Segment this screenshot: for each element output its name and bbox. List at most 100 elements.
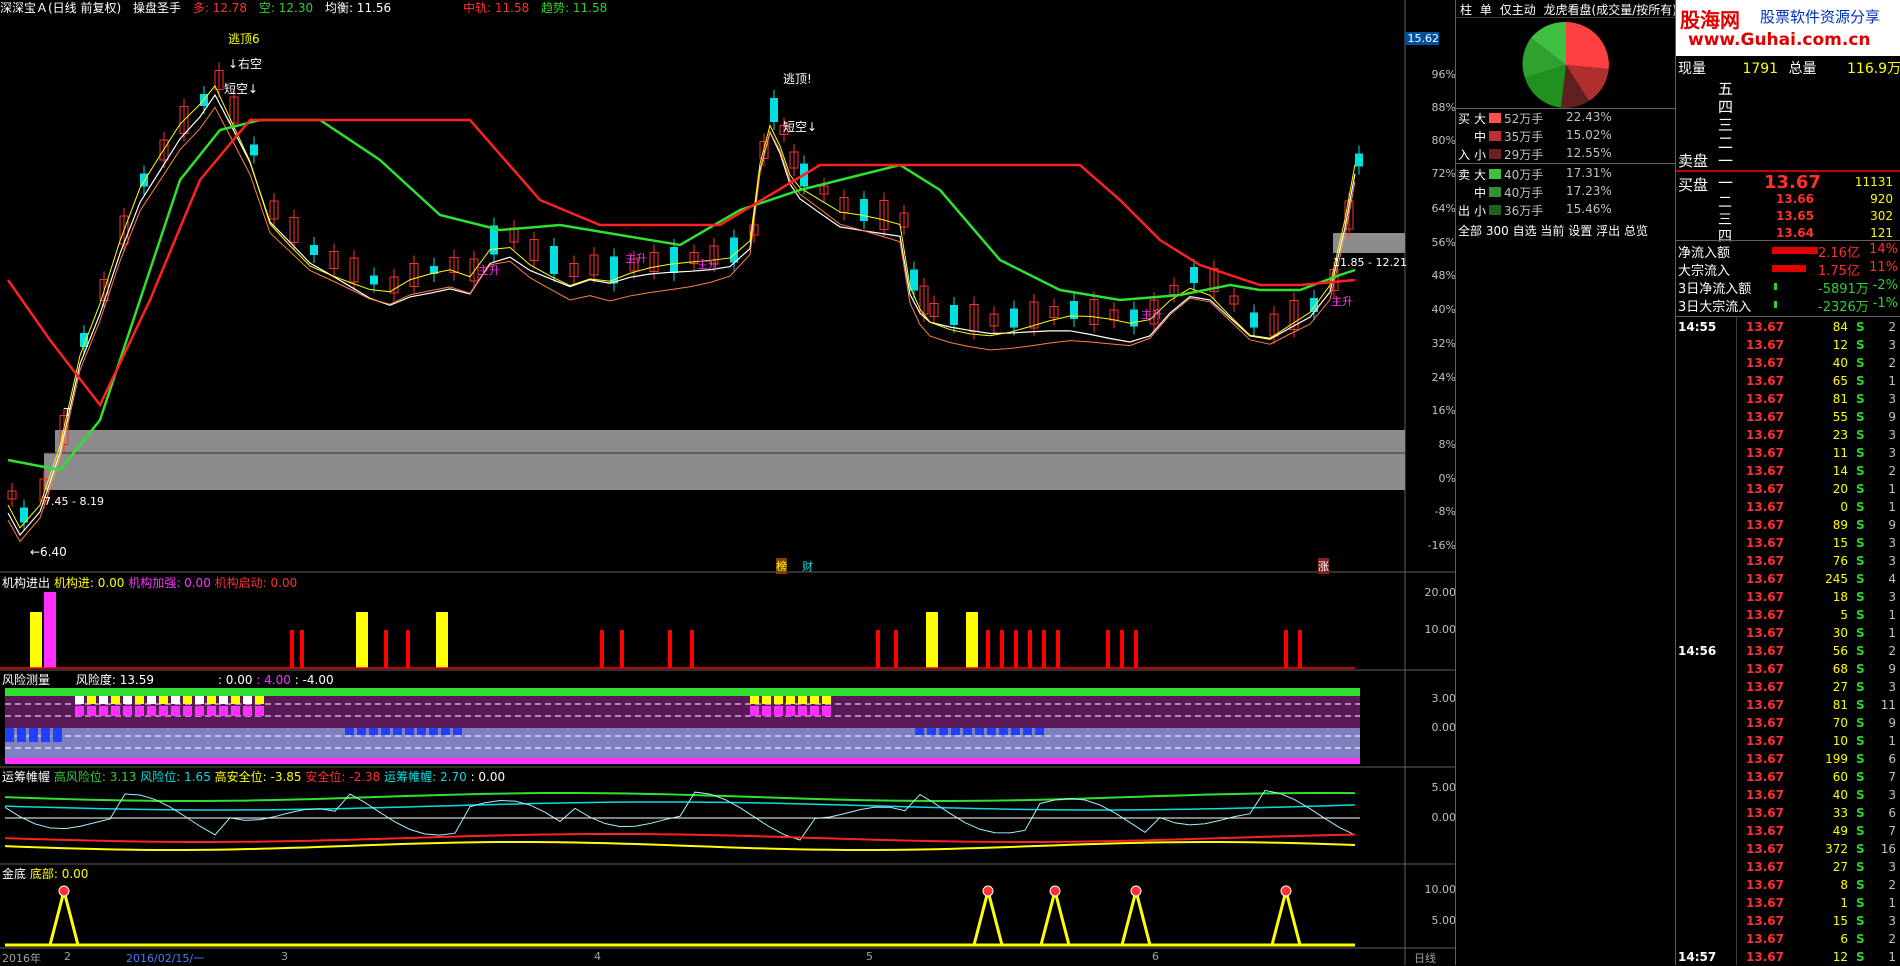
panel3-name[interactable]: 运筹帷幄 (2, 770, 50, 784)
flow-footer-fuchu[interactable]: 浮出 (1596, 224, 1620, 238)
volume-row: 现量 1791 总量 116.9万 (1678, 58, 1900, 78)
x-axis-cursor-date[interactable]: 2016/02/15/一 (126, 950, 204, 966)
panel4-spike (1039, 885, 1071, 946)
panel2-c: : 4.00 (256, 673, 291, 687)
panel2-cell (159, 706, 168, 716)
panel1-header: 机构进出 机构进: 0.00 机构加强: 0.00 机构启动: 0.00 (2, 574, 297, 591)
flow-swatch (1489, 205, 1501, 215)
panel2-cell (147, 706, 156, 716)
price-axis-tick: 40% (1431, 303, 1456, 316)
flow-tab-active[interactable]: 仅主动 (1500, 3, 1536, 17)
flow-tab-dragon[interactable]: 龙虎看盘(成交量/按所有) (1544, 3, 1677, 17)
tick-bs: S (1856, 500, 1865, 514)
support-band (55, 430, 1405, 490)
panel2-cell (1035, 728, 1044, 735)
flow-swatch (1489, 187, 1501, 197)
flow-footer-zonglan[interactable]: 总览 (1624, 224, 1648, 238)
panel2-cell (231, 706, 240, 716)
tick-bs: S (1856, 806, 1865, 820)
tick-volume: 49 (1832, 824, 1848, 838)
zhang-badge[interactable]: 涨 (1318, 558, 1329, 574)
tick-row: 13.67 11 S 3 (1676, 444, 1900, 462)
flow-stat-value: -2326万 (1818, 300, 1869, 315)
panel2-cell (393, 728, 402, 735)
panel1-b: 机构加强: 0.00 (128, 576, 211, 590)
flow-tab-zhu[interactable]: 柱 (1460, 3, 1472, 17)
tick-price: 13.67 (1746, 680, 1784, 694)
tick-volume: 8 (1840, 878, 1848, 892)
panel1-name[interactable]: 机构进出 (2, 576, 50, 590)
panel4-name[interactable]: 金底 (2, 867, 26, 881)
flow-tab-dan[interactable]: 单 (1480, 3, 1492, 17)
panel1-bar (1298, 630, 1302, 668)
tick-row: 13.67 49 S 7 (1676, 822, 1900, 840)
flow-footer-zixuan[interactable]: 自选 (1513, 224, 1537, 238)
price-axis-tick: 88% (1431, 101, 1456, 114)
xianliang-label: 现量 (1678, 61, 1706, 77)
panel4-axis-tick: 10.00 (1424, 883, 1457, 896)
tick-volume: 27 (1832, 680, 1848, 694)
panel4-a: 底部: 0.00 (29, 867, 89, 881)
tick-bs: S (1856, 320, 1865, 334)
panel2-cell (762, 706, 771, 716)
tick-bs: S (1856, 824, 1865, 838)
high-mark: T (64, 406, 71, 419)
flow-stat-label: 3日净流入额 (1678, 282, 1752, 297)
panel1-bar (1014, 630, 1018, 668)
zhusheng-label-4: 主升 (1141, 308, 1163, 321)
panel1-axis-tick: 20.00 (1424, 586, 1457, 599)
panel2-cell (369, 728, 378, 735)
price-axis-tick: 56% (1431, 236, 1456, 249)
tick-price: 13.67 (1746, 590, 1784, 604)
panel3-a: 高风险位: 3.13 (53, 770, 137, 784)
panel1-bar (1000, 630, 1004, 668)
flow-footer-all[interactable]: 全部 (1458, 224, 1482, 238)
tick-bs: S (1856, 536, 1865, 550)
period-label[interactable]: 日线 (1414, 950, 1436, 966)
tick-volume: 65 (1832, 374, 1848, 388)
panel2-cell (939, 728, 948, 735)
cai-badge[interactable]: 财 (802, 558, 813, 574)
candle-body (770, 98, 778, 122)
panel4-marker (982, 885, 994, 897)
panel2-cell (171, 706, 180, 716)
kline-chart[interactable] (0, 0, 1455, 965)
tick-count: 1 (1888, 500, 1896, 514)
tick-price: 13.67 (1746, 356, 1784, 370)
tick-count: 1 (1888, 626, 1896, 640)
flow-footer-shezhi[interactable]: 设置 (1568, 224, 1592, 238)
candle-body (1355, 153, 1363, 167)
panel2-cell (762, 696, 771, 704)
tick-volume: 15 (1832, 536, 1848, 550)
panel2-name[interactable]: 风险测量 (2, 673, 50, 687)
flow-footer-300[interactable]: 300 (1486, 224, 1509, 238)
panel3-risk (4, 801, 1356, 811)
flow-footer-dangqian[interactable]: 当前 (1540, 224, 1564, 238)
tick-count: 3 (1888, 860, 1896, 874)
tick-price: 13.67 (1746, 860, 1784, 874)
price-axis-tick: 64% (1431, 202, 1456, 215)
flow-percent: 17.31% (1566, 166, 1612, 180)
panel1-axis-tick: 10.00 (1424, 623, 1457, 636)
logo-subtitle: 股票软件资源分享 (1760, 8, 1881, 26)
tick-price: 13.67 (1746, 554, 1784, 568)
buy-level-volume: 121 (1870, 226, 1893, 240)
panel2-bottom-band (5, 758, 1360, 764)
flow-top-split (1456, 108, 1676, 109)
tick-bs: S (1856, 572, 1865, 586)
panel2-cell (183, 696, 192, 704)
panel1-bar (966, 612, 978, 668)
panel2-cell (135, 706, 144, 716)
tick-volume: 6 (1840, 932, 1848, 946)
panel1-bar (300, 630, 304, 668)
panel3-safe (4, 833, 1356, 843)
candle-body (1190, 267, 1198, 283)
bang-badge[interactable]: 榜 (776, 558, 787, 574)
tick-row: 13.67 76 S 3 (1676, 552, 1900, 570)
price-axis-tick: -16% (1427, 539, 1456, 552)
tick-bs: S (1856, 338, 1865, 352)
panel2-cell (135, 696, 144, 704)
flow-stat-label: 大宗流入 (1678, 264, 1731, 279)
tick-price: 13.67 (1746, 446, 1784, 460)
tick-row: 13.67 81 S 11 (1676, 696, 1900, 714)
